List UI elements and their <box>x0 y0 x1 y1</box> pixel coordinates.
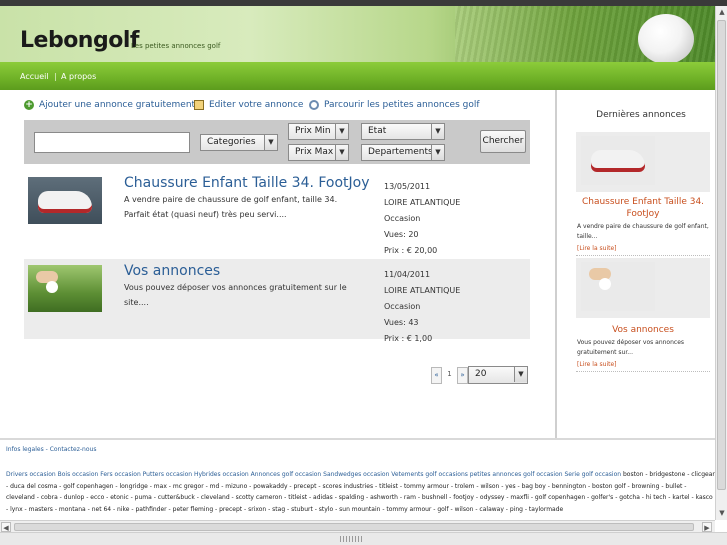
listing-description: Vous pouvez déposer vos annonces gratuit… <box>124 283 347 307</box>
departements-select[interactable]: Departements ▼ <box>361 144 445 161</box>
shoe-image <box>38 191 92 213</box>
listing-condition: Occasion <box>384 214 421 223</box>
categories-select[interactable]: Categories ▼ <box>200 134 278 151</box>
listing-date: 11/04/2011 <box>384 270 431 279</box>
search-button[interactable]: Chercher <box>480 130 526 153</box>
listing-condition: Occasion <box>384 302 421 311</box>
nav-separator: | <box>54 72 57 81</box>
pagination: « 1 » <box>431 367 470 384</box>
listing-price: Prix : € 20,00 <box>384 246 438 255</box>
listing-views: Vues: 43 <box>384 318 419 327</box>
listing-title[interactable]: Vos annonces <box>124 263 220 279</box>
etat-select[interactable]: Etat ▼ <box>361 123 445 140</box>
vertical-scroll-thumb[interactable] <box>717 20 726 490</box>
sidebar-thumbnail[interactable] <box>581 136 655 185</box>
sidebar: Dernières annonces Chaussure Enfant Tail… <box>568 90 714 438</box>
edit-listing-label: Editer votre annonce <box>209 100 304 110</box>
main-nav: Accueil | A propos <box>0 62 715 90</box>
listing-title[interactable]: Chaussure Enfant Taille 34. FootJoy <box>124 175 370 191</box>
nav-item-accueil[interactable]: Accueil <box>20 72 49 81</box>
status-bar <box>0 532 727 545</box>
browse-listings-label: Parcourir les petites annonces golf <box>324 100 480 110</box>
site-logo[interactable]: Lebongolf <box>20 28 139 53</box>
search-icon <box>309 100 319 110</box>
edit-icon <box>194 100 204 110</box>
listing-price: Prix : € 1,00 <box>384 334 433 343</box>
add-listing-link[interactable]: + Ajouter une annonce gratuitement <box>24 100 195 110</box>
prix-min-select-value: Prix Min <box>295 126 331 136</box>
sidebar-read-more-link[interactable]: [Lire la suite] <box>577 245 617 252</box>
chevron-down-icon: ▼ <box>431 124 444 139</box>
listing-description: A vendre paire de chaussure de golf enfa… <box>124 195 338 219</box>
sidebar-read-more-link[interactable]: [Lire la suite] <box>577 361 617 368</box>
chevron-down-icon: ▼ <box>335 145 348 160</box>
horizontal-scrollbar[interactable]: ◀ ▶ <box>0 520 715 532</box>
edit-listing-link[interactable]: Editer votre annonce <box>194 100 303 110</box>
scroll-up-arrow-icon[interactable]: ▲ <box>717 7 727 17</box>
sidebar-listing-description: A vendre paire de chaussure de golf enfa… <box>577 223 709 240</box>
sidebar-listing-title[interactable]: Vos annonces <box>576 324 710 336</box>
scroll-left-arrow-icon[interactable]: ◀ <box>1 522 11 532</box>
categories-select-value: Categories <box>207 137 256 147</box>
add-icon: + <box>24 100 34 110</box>
horizontal-scroll-thumb[interactable] <box>14 523 694 531</box>
column-divider <box>555 90 557 438</box>
golf-ball-image <box>599 278 611 290</box>
sidebar-divider <box>576 371 710 372</box>
per-page-value: 20 <box>475 369 487 379</box>
listing-meta: 11/04/2011 LOIRE ATLANTIQUE Occasion Vue… <box>384 267 460 347</box>
tag-cloud: Drivers occasion Bois occasion Fers occa… <box>6 469 715 519</box>
listing-item: Chaussure Enfant Taille 34. FootJoy A ve… <box>24 171 530 255</box>
pagination-prev[interactable]: « <box>431 367 442 384</box>
search-input[interactable] <box>34 132 190 153</box>
shoe-image <box>591 150 645 172</box>
site-tagline: Les petites annonces golf <box>131 42 221 50</box>
listing-meta: 13/05/2011 LOIRE ATLANTIQUE Occasion Vue… <box>384 179 460 259</box>
sidebar-thumbnail[interactable] <box>581 262 655 311</box>
sidebar-title: Dernières annonces <box>596 110 686 120</box>
sidebar-listing-description: Vous pouvez déposer vos annonces gratuit… <box>577 339 685 356</box>
vertical-scrollbar[interactable]: ▲ ▼ <box>715 6 727 520</box>
footer-links[interactable]: Infos legales - Contactez-nous <box>6 446 96 453</box>
listing-region: LOIRE ATLANTIQUE <box>384 286 461 295</box>
scroll-down-arrow-icon[interactable]: ▼ <box>717 508 727 518</box>
listing-thumbnail[interactable] <box>28 177 102 224</box>
prix-max-select[interactable]: Prix Max ▼ <box>288 144 349 161</box>
add-listing-label: Ajouter une annonce gratuitement <box>39 100 196 110</box>
browse-listings-link[interactable]: Parcourir les petites annonces golf <box>309 100 480 110</box>
listing-thumbnail[interactable] <box>28 265 102 312</box>
pagination-current[interactable]: 1 <box>444 367 455 384</box>
tag-cloud-categories[interactable]: Drivers occasion Bois occasion Fers occa… <box>6 471 621 478</box>
listing-date: 13/05/2011 <box>384 182 431 191</box>
golf-ball-icon <box>638 14 694 62</box>
departements-select-value: Departements <box>368 147 433 157</box>
site-header: Lebongolf Les petites annonces golf <box>0 6 715 62</box>
prix-max-select-value: Prix Max <box>295 147 334 157</box>
per-page-select[interactable]: 20 ▼ <box>468 366 528 384</box>
pagination-next[interactable]: » <box>457 367 468 384</box>
listing-views: Vues: 20 <box>384 230 419 239</box>
chevron-down-icon: ▼ <box>431 145 444 160</box>
chevron-down-icon: ▼ <box>264 135 277 150</box>
golf-ball-image <box>46 281 58 293</box>
resize-grip-icon[interactable] <box>340 536 364 542</box>
nav-item-a-propos[interactable]: A propos <box>61 72 96 81</box>
sidebar-listing-title[interactable]: Chaussure Enfant Taille 34. FootJoy <box>576 196 710 220</box>
listing-region: LOIRE ATLANTIQUE <box>384 198 461 207</box>
search-bar: Categories ▼ Prix Min ▼ Prix Max ▼ Etat … <box>24 120 530 164</box>
prix-min-select[interactable]: Prix Min ▼ <box>288 123 349 140</box>
chevron-down-icon: ▼ <box>335 124 348 139</box>
listing-item: Vos annonces Vous pouvez déposer vos ann… <box>24 259 530 343</box>
footer-divider <box>0 438 715 440</box>
scroll-right-arrow-icon[interactable]: ▶ <box>702 522 712 532</box>
sidebar-divider <box>576 255 710 256</box>
etat-select-value: Etat <box>368 126 387 136</box>
chevron-down-icon: ▼ <box>514 367 527 382</box>
browser-page: Lebongolf Les petites annonces golf Accu… <box>0 0 727 545</box>
